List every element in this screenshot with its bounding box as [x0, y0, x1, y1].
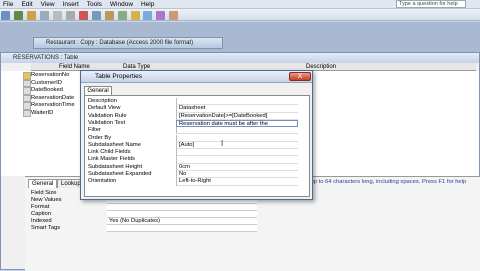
- property-row: Filter: [88, 127, 308, 135]
- preview-icon[interactable]: [52, 10, 62, 20]
- row-selector[interactable]: [23, 102, 31, 110]
- tab-general[interactable]: General: [28, 179, 58, 188]
- property-value[interactable]: [176, 98, 298, 106]
- menu-file[interactable]: File: [0, 0, 16, 9]
- database-window-title[interactable]: Restaurant : Copy : Database (Access 200…: [33, 37, 223, 49]
- property-value[interactable]: Reservation date must be after the: [176, 119, 298, 128]
- field-prop-row: Smart Tags: [31, 225, 257, 232]
- property-label: Default View: [88, 105, 121, 112]
- table-properties-dialog: Table Properties X General Description D…: [80, 70, 313, 200]
- property-row: Validation Rule [ReservationDate]>=[DateB…: [88, 112, 308, 120]
- field-prop-label: Smart Tags: [31, 225, 61, 231]
- cut-icon[interactable]: [78, 10, 88, 20]
- paste-icon[interactable]: [104, 10, 114, 20]
- table-window-title[interactable]: RESERVATIONS : Table: [1, 53, 479, 63]
- row-selector[interactable]: [23, 79, 31, 87]
- property-label: Subdatasheet Expanded: [88, 171, 152, 177]
- search-icon[interactable]: [26, 10, 36, 20]
- indexes-icon[interactable]: [143, 10, 153, 20]
- field-prop-row: Format: [31, 204, 257, 211]
- property-row: Link Child Fields: [88, 149, 308, 157]
- property-value[interactable]: Datasheet: [176, 105, 298, 113]
- property-value[interactable]: [176, 134, 298, 142]
- field-prop-row: Indexed Yes (No Duplicates): [31, 218, 257, 225]
- help-search-input[interactable]: Type a question for help: [396, 0, 466, 8]
- save-icon[interactable]: [13, 10, 23, 20]
- undo-icon[interactable]: [117, 10, 127, 20]
- menu-bar: File Edit View Insert Tools Window Help …: [0, 0, 480, 9]
- property-row: Default View Datasheet: [88, 105, 308, 113]
- property-value[interactable]: [176, 156, 298, 164]
- menu-window[interactable]: Window: [107, 0, 136, 9]
- property-label: Subdatasheet Height: [88, 163, 143, 170]
- property-value[interactable]: [176, 149, 298, 157]
- menu-tools[interactable]: Tools: [84, 0, 105, 9]
- field-prop-value[interactable]: [107, 204, 257, 211]
- close-icon[interactable]: X: [289, 72, 311, 81]
- property-value[interactable]: [ReservationDate]>=[DateBooked]: [176, 112, 298, 120]
- field-prop-value[interactable]: Yes (No Duplicates): [107, 218, 257, 225]
- property-label: Validation Rule: [88, 112, 127, 119]
- property-label: Description: [88, 98, 117, 104]
- field-prop-label: Indexed: [31, 218, 52, 224]
- property-value[interactable]: No: [176, 171, 298, 179]
- menu-insert[interactable]: Insert: [60, 0, 82, 9]
- field-prop-label: New Values: [31, 197, 62, 203]
- row-selector[interactable]: [23, 87, 31, 95]
- menu-edit[interactable]: Edit: [18, 0, 35, 9]
- field-prop-label: Field Size: [31, 190, 57, 196]
- property-label: Order By: [88, 134, 112, 141]
- property-label: Filter: [88, 127, 101, 134]
- property-row: Order By: [88, 134, 308, 142]
- property-value[interactable]: [Auto]: [176, 141, 298, 150]
- field-prop-row: Caption: [31, 211, 257, 218]
- text-cursor-icon: I: [221, 139, 224, 148]
- property-row: Description: [88, 98, 308, 106]
- properties-icon[interactable]: [156, 10, 166, 20]
- dialog-property-sheet: Description Default View Datasheet Valida…: [84, 95, 310, 197]
- copy-icon[interactable]: [91, 10, 101, 20]
- field-prop-label: Format: [31, 204, 50, 210]
- property-value[interactable]: [176, 127, 298, 135]
- key-icon[interactable]: [130, 10, 140, 20]
- primary-key-icon[interactable]: [23, 72, 31, 80]
- property-value[interactable]: Left-to-Right: [176, 178, 298, 186]
- row-selector[interactable]: [23, 109, 31, 117]
- toolbar: [0, 9, 480, 21]
- spelling-icon[interactable]: [65, 10, 75, 20]
- property-label: Subdatasheet Name: [88, 141, 141, 148]
- row-selector[interactable]: [23, 94, 31, 102]
- property-row: Subdatasheet Height 0cm: [88, 163, 308, 171]
- build-icon[interactable]: [169, 10, 179, 20]
- property-value[interactable]: 0cm: [176, 163, 298, 171]
- property-row: Subdatasheet Expanded No: [88, 171, 308, 179]
- dialog-title[interactable]: Table Properties: [81, 71, 312, 83]
- property-label: Link Child Fields: [88, 149, 131, 156]
- property-row: Link Master Fields: [88, 156, 308, 164]
- property-row: Orientation Left-to-Right: [88, 178, 308, 186]
- property-label: Validation Text: [88, 119, 126, 126]
- field-prop-label: Caption: [31, 211, 51, 217]
- property-label: Orientation: [88, 178, 117, 185]
- tab-general[interactable]: General: [84, 86, 112, 95]
- property-row: Validation Text Reservation date must be …: [88, 119, 308, 128]
- field-prop-value[interactable]: [107, 211, 257, 218]
- property-row: Subdatasheet Name [Auto]: [88, 141, 308, 150]
- property-label: Link Master Fields: [88, 156, 136, 163]
- print-icon[interactable]: [39, 10, 49, 20]
- menu-view[interactable]: View: [38, 0, 58, 9]
- field-prop-value[interactable]: [107, 225, 257, 232]
- menu-help[interactable]: Help: [138, 0, 157, 9]
- view-icon[interactable]: [1, 10, 10, 20]
